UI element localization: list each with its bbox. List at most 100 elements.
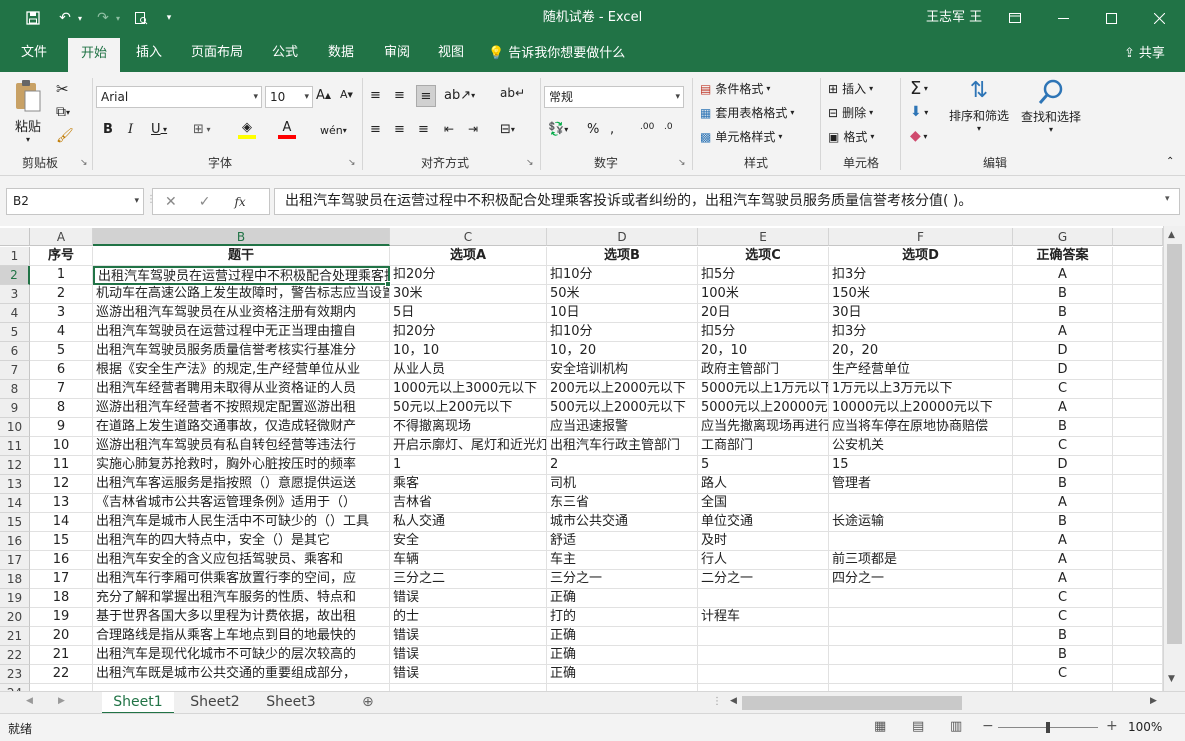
- table-cell[interactable]: 20: [30, 627, 93, 646]
- table-cell[interactable]: [1113, 437, 1163, 456]
- redo-icon[interactable]: ↷: [92, 0, 114, 36]
- table-cell[interactable]: 出租汽车客运服务是指按照（）意愿提供运送: [93, 475, 390, 494]
- table-cell[interactable]: 长途运输: [829, 513, 1013, 532]
- table-cell[interactable]: 安全培训机构: [547, 361, 698, 380]
- zoom-in-icon[interactable]: +: [1106, 718, 1118, 734]
- table-cell[interactable]: 在道路上发生道路交通事故，仅造成轻微财产: [93, 418, 390, 437]
- table-cell[interactable]: [93, 684, 390, 691]
- table-cell[interactable]: 5000元以上20000元以下: [698, 399, 829, 418]
- next-sheet-icon[interactable]: ▶: [58, 696, 65, 706]
- table-cell[interactable]: 计程车: [698, 608, 829, 627]
- horizontal-scroll-thumb[interactable]: [742, 696, 962, 710]
- table-cell[interactable]: C: [1013, 589, 1113, 608]
- table-cell[interactable]: [1113, 361, 1163, 380]
- table-cell[interactable]: A: [1013, 551, 1113, 570]
- tab-formulas[interactable]: 公式: [260, 36, 310, 72]
- table-cell[interactable]: 15: [30, 532, 93, 551]
- table-cell[interactable]: [698, 684, 829, 691]
- find-select-button[interactable]: 查找和选择 ▾: [1016, 78, 1086, 134]
- table-cell[interactable]: [390, 684, 547, 691]
- table-cell[interactable]: B: [1013, 475, 1113, 494]
- table-cell[interactable]: [698, 665, 829, 684]
- table-cell[interactable]: 从业人员: [390, 361, 547, 380]
- italic-button[interactable]: I: [128, 122, 133, 137]
- table-cell[interactable]: 单位交通: [698, 513, 829, 532]
- table-cell[interactable]: [1113, 570, 1163, 589]
- table-cell[interactable]: 5: [698, 456, 829, 475]
- undo-dropdown-icon[interactable]: ▾: [74, 0, 86, 36]
- row-header[interactable]: 2: [0, 266, 30, 285]
- normal-view-icon[interactable]: ▦: [874, 719, 886, 734]
- column-header-B[interactable]: B: [93, 228, 390, 246]
- cancel-icon[interactable]: ✕: [165, 194, 177, 210]
- clear-icon[interactable]: ◆ ▾: [910, 128, 927, 144]
- table-cell[interactable]: 出租汽车是现代化城市不可缺少的层次较高的: [93, 646, 390, 665]
- table-cell[interactable]: [829, 589, 1013, 608]
- table-cell[interactable]: 应当将车停在原地协商赔偿: [829, 418, 1013, 437]
- row-header[interactable]: 5: [0, 323, 30, 342]
- column-header-F[interactable]: F: [829, 228, 1013, 246]
- orientation-icon[interactable]: ab↗ ▾: [444, 88, 475, 103]
- clipboard-launcher-icon[interactable]: ↘: [80, 158, 88, 168]
- table-cell[interactable]: 打的: [547, 608, 698, 627]
- decrease-font-icon[interactable]: A ▼: [340, 88, 353, 101]
- header-cell[interactable]: 选项A: [390, 247, 547, 266]
- table-cell[interactable]: 扣10分: [547, 266, 698, 285]
- row-header[interactable]: 22: [0, 646, 30, 665]
- table-cell[interactable]: 6: [30, 361, 93, 380]
- borders-icon[interactable]: ⊞ ▾: [193, 122, 210, 137]
- header-cell[interactable]: 序号: [30, 247, 93, 266]
- table-cell[interactable]: 出租汽车驾驶员在运营过程中无正当理由擅自: [93, 323, 390, 342]
- table-cell[interactable]: 扣20分: [390, 266, 547, 285]
- table-cell[interactable]: 生产经营单位: [829, 361, 1013, 380]
- table-cell[interactable]: 路人: [698, 475, 829, 494]
- table-cell[interactable]: C: [1013, 608, 1113, 627]
- column-header-H[interactable]: [1113, 228, 1163, 246]
- align-left-icon[interactable]: ≡: [370, 122, 381, 137]
- user-name[interactable]: 王志军 王: [926, 0, 982, 36]
- increase-decimal-icon[interactable]: .00: [640, 122, 654, 132]
- table-cell[interactable]: [1113, 551, 1163, 570]
- table-cell[interactable]: 二分之一: [698, 570, 829, 589]
- sheet-tab-3[interactable]: Sheet3: [256, 692, 326, 714]
- table-cell[interactable]: 14: [30, 513, 93, 532]
- scroll-down-icon[interactable]: ▼: [1168, 674, 1175, 684]
- cut-icon[interactable]: ✂: [56, 80, 69, 98]
- table-cell[interactable]: 《吉林省城市公共客运管理条例》适用于（）: [93, 494, 390, 513]
- table-cell[interactable]: [1113, 646, 1163, 665]
- bold-button[interactable]: B: [103, 122, 113, 137]
- vertical-scroll-thumb[interactable]: [1167, 244, 1182, 644]
- align-middle-icon[interactable]: ≡: [394, 88, 405, 103]
- table-cell[interactable]: [1113, 608, 1163, 627]
- table-cell[interactable]: 车辆: [390, 551, 547, 570]
- table-cell[interactable]: 2: [30, 285, 93, 304]
- table-cell[interactable]: 20日: [698, 304, 829, 323]
- table-cell[interactable]: [1113, 684, 1163, 691]
- customize-qat-icon[interactable]: ▾: [162, 0, 176, 36]
- fill-handle[interactable]: [385, 281, 391, 287]
- table-cell[interactable]: A: [1013, 266, 1113, 285]
- row-header[interactable]: 13: [0, 475, 30, 494]
- table-cell[interactable]: 1000元以上3000元以下: [390, 380, 547, 399]
- row-header[interactable]: 19: [0, 589, 30, 608]
- table-cell[interactable]: 错误: [390, 589, 547, 608]
- table-cell[interactable]: 出租汽车行政主管部门: [547, 437, 698, 456]
- table-cell[interactable]: 出租汽车是城市人民生活中不可缺少的（）工具: [93, 513, 390, 532]
- save-icon[interactable]: [22, 0, 44, 36]
- row-header[interactable]: 24: [0, 684, 30, 691]
- table-cell[interactable]: 错误: [390, 665, 547, 684]
- table-cell[interactable]: A: [1013, 494, 1113, 513]
- table-cell[interactable]: 扣10分: [547, 323, 698, 342]
- tab-page-layout[interactable]: 页面布局: [180, 36, 254, 72]
- scroll-up-icon[interactable]: ▲: [1168, 230, 1175, 240]
- header-cell[interactable]: 选项B: [547, 247, 698, 266]
- table-cell[interactable]: 开启示廓灯、尾灯和近光灯: [390, 437, 547, 456]
- increase-indent-icon[interactable]: ⇥: [468, 122, 478, 136]
- table-cell[interactable]: 2: [547, 456, 698, 475]
- table-cell[interactable]: 出租汽车行李厢可供乘客放置行李的空间，应: [93, 570, 390, 589]
- scroll-left-icon[interactable]: ◀: [730, 696, 737, 706]
- table-cell[interactable]: [698, 627, 829, 646]
- table-cell[interactable]: 工商部门: [698, 437, 829, 456]
- percent-icon[interactable]: %: [587, 122, 599, 137]
- table-cell[interactable]: [829, 627, 1013, 646]
